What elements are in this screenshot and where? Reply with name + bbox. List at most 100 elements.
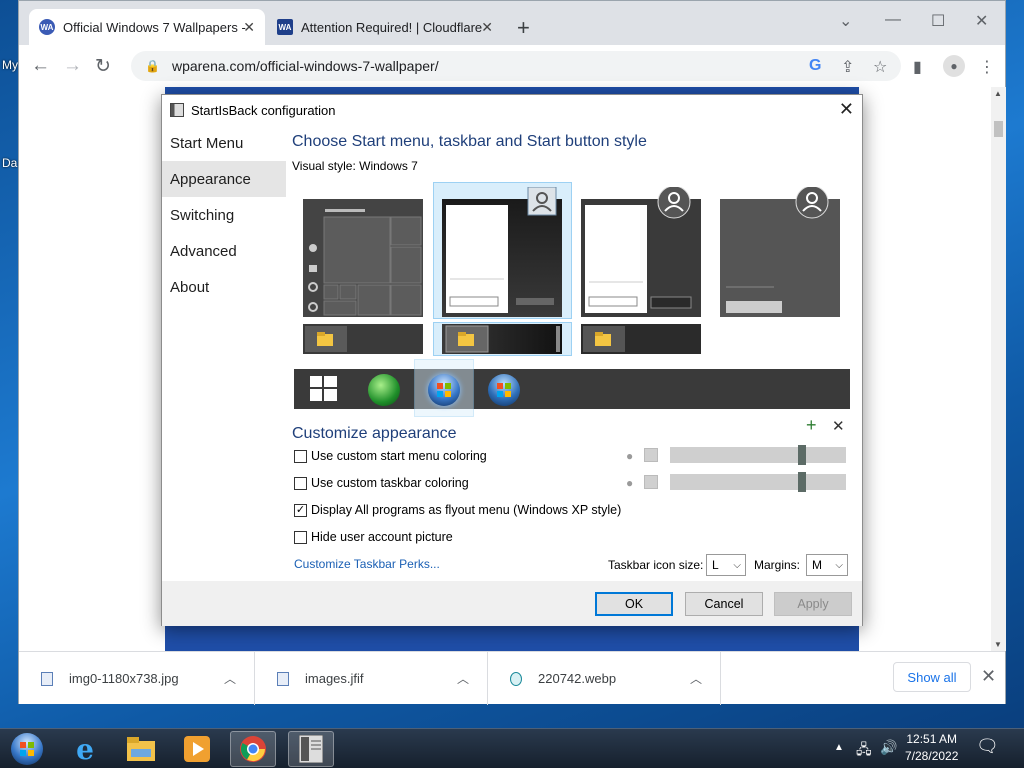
maximize-icon[interactable]: ☐ [931, 11, 945, 31]
checkbox-checked[interactable]: ✓ [294, 503, 307, 517]
start-button-styles [294, 359, 850, 417]
taskbar-style-1[interactable] [303, 324, 423, 354]
media-player-button[interactable] [174, 731, 220, 767]
tab-cloudflare[interactable]: WA Attention Required! | Cloudflare ✕ [267, 9, 503, 45]
notifications-icon[interactable]: 🗨 [976, 736, 999, 757]
internet-explorer-button[interactable]: e [62, 731, 108, 767]
color-swatch[interactable] [644, 475, 658, 489]
scrollbar[interactable]: ▲ ▼ [991, 87, 1006, 651]
chevron-up-icon[interactable]: ︿ [690, 670, 702, 687]
windows-taskbar: e ▲ 🖧 🔊 12:51 AM 7/28/2022 🗨 [0, 728, 1024, 768]
cancel-button[interactable]: Cancel [685, 592, 763, 616]
nav-switching[interactable]: Switching [162, 197, 286, 233]
google-icon[interactable]: G [809, 57, 821, 75]
close-icon[interactable]: ✕ [243, 19, 255, 36]
image-file-icon [277, 671, 289, 686]
chevron-up-icon[interactable]: ︿ [457, 670, 469, 687]
scroll-thumb[interactable] [994, 121, 1003, 137]
clover-start-orb-icon[interactable] [368, 374, 400, 406]
url-text: wparena.com/official-windows-7-wallpaper… [171, 58, 439, 74]
customize-heading: Customize appearance [292, 425, 457, 442]
section-heading: Choose Start menu, taskbar and Start but… [292, 133, 647, 150]
start-menu-style-win7[interactable] [442, 186, 562, 317]
taskbar-style-2[interactable] [442, 324, 562, 354]
start-menu-style-modern[interactable] [581, 185, 701, 317]
slider-knob[interactable] [798, 472, 806, 492]
icon-size-select[interactable]: L ⌵ [706, 554, 746, 576]
address-bar[interactable]: 🔒 wparena.com/official-windows-7-wallpap… [131, 51, 901, 81]
edge-file-icon [510, 671, 522, 686]
back-icon[interactable]: ← [31, 55, 50, 77]
show-hidden-icons[interactable]: ▲ [834, 742, 844, 753]
close-icon[interactable]: ✕ [981, 666, 996, 687]
windows10-start-icon[interactable] [310, 376, 338, 402]
margins-select[interactable]: M ⌵ [806, 554, 848, 576]
close-icon[interactable]: ✕ [839, 99, 854, 120]
opacity-slider[interactable] [670, 472, 846, 492]
desktop-icon-label[interactable]: Da [2, 156, 17, 170]
checkbox[interactable] [294, 530, 307, 544]
opacity-slider[interactable] [670, 445, 846, 465]
close-window-icon[interactable]: ✕ [975, 11, 988, 31]
remove-icon[interactable]: ✕ [832, 417, 845, 435]
checkbox[interactable] [294, 476, 307, 490]
scroll-up-icon[interactable]: ▲ [994, 89, 1002, 98]
option-custom-taskbar-coloring[interactable]: Use custom taskbar coloring [294, 476, 469, 490]
menu-icon[interactable]: ⋮ [979, 57, 995, 77]
close-icon[interactable]: ✕ [481, 19, 493, 36]
taskbar-style-3[interactable] [581, 324, 701, 354]
share-icon[interactable]: ⇪ [841, 57, 854, 77]
option-label: Display All programs as flyout menu (Win… [311, 503, 622, 517]
apply-button[interactable]: Apply [774, 592, 852, 616]
system-clock[interactable]: 12:51 AM 7/28/2022 [905, 731, 958, 765]
reload-icon[interactable]: ↻ [95, 55, 111, 78]
minimize-icon[interactable]: — [885, 11, 901, 29]
download-bar: img0-1180x738.jpg ︿ images.jfif ︿ 220742… [19, 651, 1005, 705]
add-icon[interactable]: + [806, 415, 817, 436]
chrome-button[interactable] [230, 731, 276, 767]
start-menu-style-win10[interactable] [303, 199, 423, 317]
checkbox[interactable] [294, 449, 307, 463]
nav-about[interactable]: About [162, 269, 286, 305]
lock-icon[interactable]: 🔒 [145, 59, 160, 73]
nav-start-menu[interactable]: Start Menu [162, 125, 286, 161]
download-item[interactable]: 220742.webp ︿ [488, 652, 721, 705]
option-custom-start-coloring[interactable]: Use custom start menu coloring [294, 449, 487, 463]
vista-start-orb-icon[interactable] [488, 374, 520, 406]
sidepanel-icon[interactable]: ▮ [913, 57, 922, 77]
new-tab-button[interactable]: + [517, 15, 530, 41]
show-all-button[interactable]: Show all [893, 662, 971, 692]
tab-wparena[interactable]: WA Official Windows 7 Wallpapers - ✕ [29, 9, 265, 45]
customize-taskbar-perks-link[interactable]: Customize Taskbar Perks... [294, 557, 440, 571]
download-item[interactable]: img0-1180x738.jpg ︿ [19, 652, 255, 705]
nav-appearance[interactable]: Appearance [162, 161, 286, 197]
windows-orb-icon [11, 733, 43, 765]
slider-knob[interactable] [798, 445, 806, 465]
download-item[interactable]: images.jfif ︿ [255, 652, 488, 705]
windows7-start-orb-icon[interactable] [428, 374, 460, 406]
chevron-up-icon[interactable]: ︿ [224, 670, 236, 687]
wp-icon: WA [39, 19, 55, 35]
taskbar-color-row: ● [626, 472, 846, 492]
option-hide-account-picture[interactable]: Hide user account picture [294, 530, 453, 544]
desktop-icon-label[interactable]: My [2, 58, 18, 72]
file-explorer-button[interactable] [118, 731, 164, 767]
network-icon[interactable]: 🖧 [856, 739, 872, 763]
scroll-down-icon[interactable]: ▼ [994, 640, 1002, 649]
tab-title: Attention Required! | Cloudflare [301, 19, 483, 35]
folder-icon [127, 737, 155, 761]
start-button[interactable] [4, 731, 50, 767]
bookmark-star-icon[interactable]: ☆ [873, 57, 887, 77]
start-menu-style-plain[interactable] [720, 185, 840, 317]
chevron-down-icon[interactable]: ⌄ [839, 11, 852, 31]
nav-advanced[interactable]: Advanced [162, 233, 286, 269]
dialog-titlebar: StartIsBack configuration [162, 95, 862, 125]
forward-icon[interactable]: → [63, 55, 82, 77]
color-swatch[interactable] [644, 448, 658, 462]
startisback-config-button[interactable] [288, 731, 334, 767]
option-flyout-menu[interactable]: ✓ Display All programs as flyout menu (W… [294, 503, 621, 517]
volume-icon[interactable]: 🔊 [880, 739, 897, 756]
download-filename: 220742.webp [538, 671, 617, 686]
ok-button[interactable]: OK [595, 592, 673, 616]
profile-icon[interactable]: ● [943, 55, 965, 77]
